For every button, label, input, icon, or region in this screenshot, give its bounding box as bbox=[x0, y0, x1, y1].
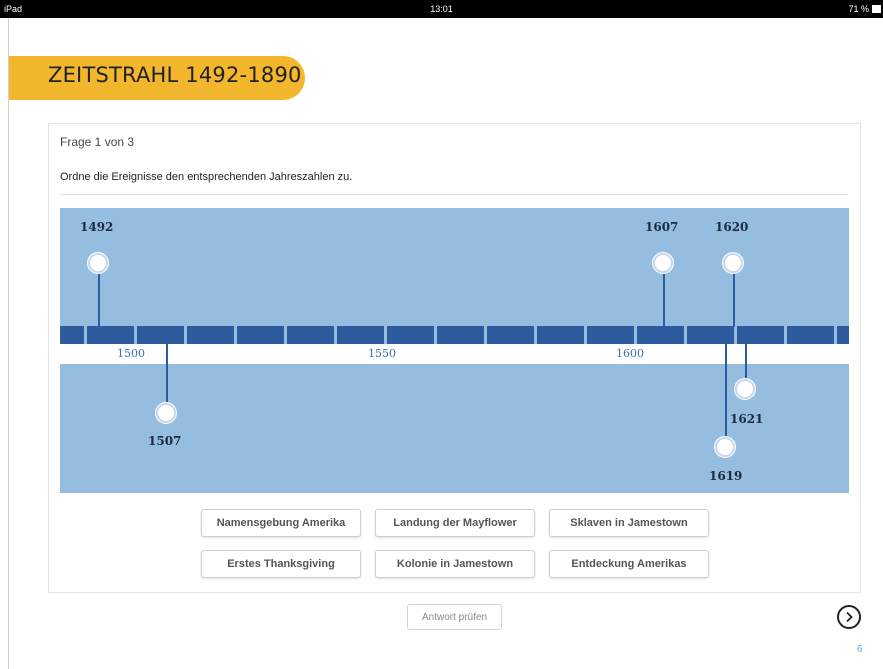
drop-target-1507[interactable] bbox=[156, 403, 176, 423]
segment-divider bbox=[334, 326, 337, 344]
check-answer-button[interactable]: Antwort prüfen bbox=[407, 604, 502, 630]
segment-divider bbox=[734, 326, 737, 344]
answer-chip[interactable]: Sklaven in Jamestown bbox=[549, 509, 709, 537]
divider bbox=[60, 194, 848, 195]
segment-divider bbox=[434, 326, 437, 344]
axis-strip bbox=[60, 344, 849, 364]
axis-label-1500: 1500 bbox=[117, 347, 145, 360]
segment-divider bbox=[184, 326, 187, 344]
marker-stem-1620 bbox=[733, 272, 735, 327]
axis-label-1550: 1550 bbox=[368, 347, 396, 360]
page-number: 6 bbox=[857, 644, 863, 655]
drop-target-1619[interactable] bbox=[715, 437, 735, 457]
page-title: ZEITSTRAHL 1492-1890 bbox=[48, 63, 302, 87]
answer-chip[interactable]: Landung der Mayflower bbox=[375, 509, 535, 537]
drop-target-1607[interactable] bbox=[653, 253, 673, 273]
battery-icon bbox=[872, 5, 881, 13]
marker-stem-1619 bbox=[725, 344, 727, 438]
answer-chip[interactable]: Namensgebung Amerika bbox=[201, 509, 361, 537]
segment-divider bbox=[284, 326, 287, 344]
status-bar: iPad 13:01 71 % bbox=[0, 0, 883, 18]
segment-divider bbox=[784, 326, 787, 344]
answer-chip[interactable]: Erstes Thanksgiving bbox=[201, 550, 361, 578]
marker-stem-1607 bbox=[663, 272, 665, 327]
answer-chip[interactable]: Entdeckung Amerikas bbox=[549, 550, 709, 578]
segment-divider bbox=[634, 326, 637, 344]
marker-stem-1621 bbox=[745, 344, 747, 380]
question-instruction: Ordne die Ereignisse den entsprechenden … bbox=[60, 171, 353, 183]
page-edge bbox=[8, 18, 9, 669]
marker-year-1619: 1619 bbox=[709, 469, 743, 483]
timeline-band bbox=[60, 326, 849, 344]
drop-target-1621[interactable] bbox=[735, 379, 755, 399]
marker-stem-1507 bbox=[166, 344, 168, 404]
marker-year-1507: 1507 bbox=[148, 434, 182, 448]
marker-year-1620: 1620 bbox=[715, 220, 749, 234]
marker-year-1492: 1492 bbox=[80, 220, 114, 234]
answer-chip[interactable]: Kolonie in Jamestown bbox=[375, 550, 535, 578]
segment-divider bbox=[234, 326, 237, 344]
axis-label-1600: 1600 bbox=[616, 347, 644, 360]
chevron-right-icon bbox=[846, 611, 853, 623]
segment-divider bbox=[684, 326, 687, 344]
drop-target-1492[interactable] bbox=[88, 253, 108, 273]
question-counter: Frage 1 von 3 bbox=[60, 135, 135, 149]
segment-divider bbox=[484, 326, 487, 344]
timeline: 1500 1550 1600 1492 1607 1620 1507 1619 … bbox=[60, 208, 849, 493]
segment-divider bbox=[84, 326, 87, 344]
drop-target-1620[interactable] bbox=[723, 253, 743, 273]
battery-level: 71 % bbox=[848, 4, 869, 14]
segment-divider bbox=[134, 326, 137, 344]
marker-year-1607: 1607 bbox=[645, 220, 679, 234]
next-button[interactable] bbox=[837, 605, 861, 629]
marker-year-1621: 1621 bbox=[730, 412, 764, 426]
segment-divider bbox=[534, 326, 537, 344]
segment-divider bbox=[834, 326, 837, 344]
segment-divider bbox=[584, 326, 587, 344]
segment-divider bbox=[384, 326, 387, 344]
clock: 13:01 bbox=[430, 4, 453, 14]
marker-stem-1492 bbox=[98, 272, 100, 327]
